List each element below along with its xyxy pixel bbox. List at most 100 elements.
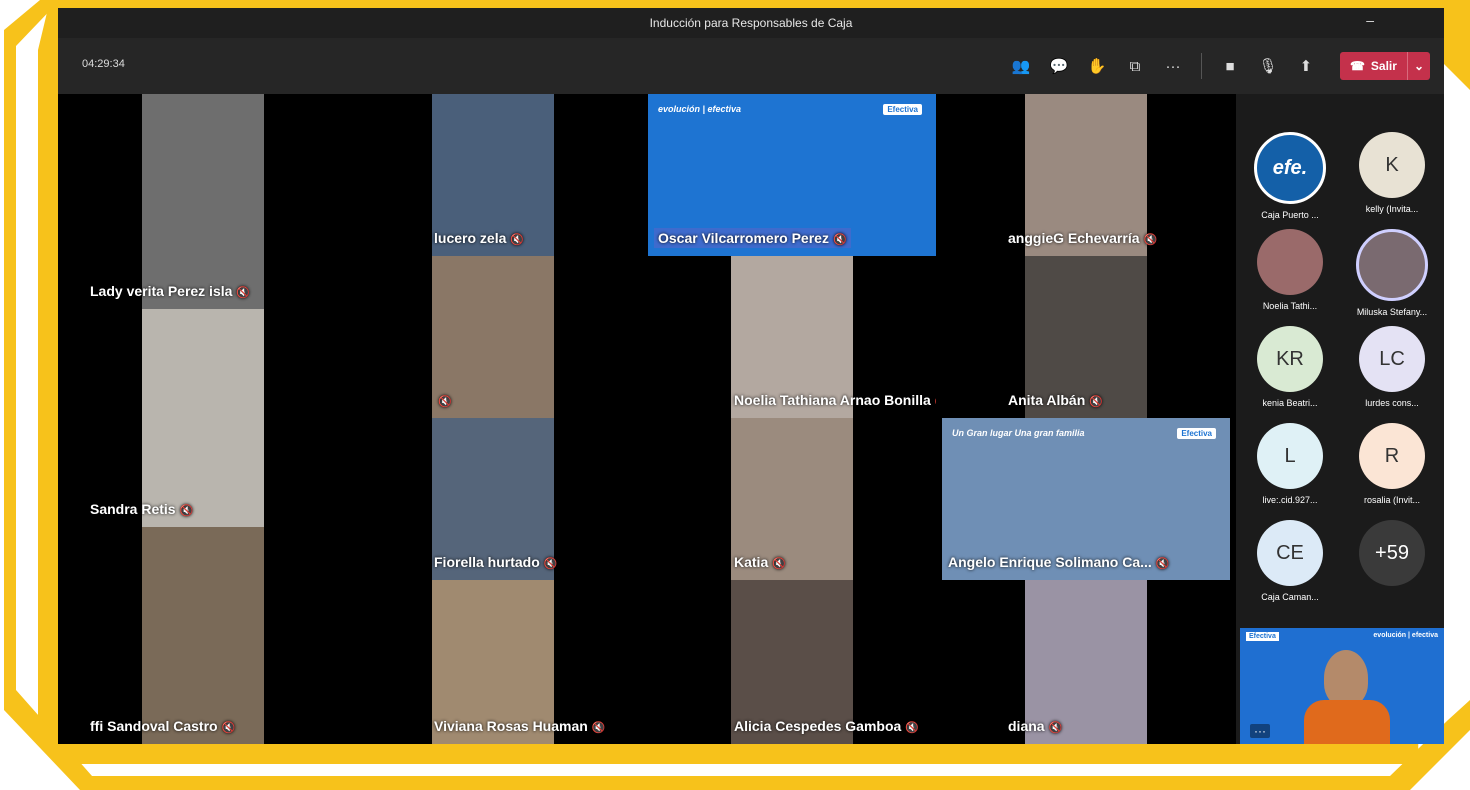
pip-banner: evolución | efectiva (1373, 632, 1438, 639)
pip-logo: Efectiva (1246, 632, 1279, 641)
participant-name-label: Oscar Vilcarromero Perez 🔇 (654, 228, 851, 248)
participant-video-tile[interactable]: Anita Albán 🔇 (936, 256, 1236, 418)
mic-off-icon: 🔇 (1155, 558, 1170, 570)
mic-off-icon: 🔇 (1143, 234, 1158, 246)
participant-name-label: anggieG Echevarría 🔇 (1004, 228, 1161, 248)
participant-video-tile[interactable]: Lady verita Perez isla 🔇 (58, 94, 348, 309)
pip-more-icon[interactable]: ··· (1250, 724, 1270, 738)
participant-name: Alicia Cespedes Gamboa (734, 718, 902, 734)
participant-name: Noelia Tathiana Arnao Bonilla (734, 392, 931, 408)
participant-roster: Efectiva evolución | efectiva ··· efe. Ca… (1236, 94, 1444, 744)
participant-name-label: 🔇 (430, 390, 456, 410)
participant-video (142, 527, 264, 744)
leave-button[interactable]: ☎ Salir (1340, 59, 1407, 73)
share-screen-icon[interactable]: ⬆ (1288, 50, 1324, 82)
participant-video-tile[interactable]: Noelia Tathiana Arnao Bonilla🔇 (648, 256, 936, 418)
brand-logo: Efectiva (1177, 428, 1216, 439)
chat-icon[interactable]: 💬 (1041, 50, 1077, 82)
people-icon[interactable]: 👥 (1003, 50, 1039, 82)
participant-name-label: Lady verita Perez isla 🔇 (86, 281, 254, 301)
more-icon[interactable]: ··· (1155, 50, 1191, 82)
participant-video-tile[interactable]: 🔇 (348, 256, 638, 418)
mic-off-icon: 🔇 (1048, 722, 1063, 734)
roster-name: Caja Puerto ... (1261, 210, 1319, 220)
participant-name: anggieG Echevarría (1008, 230, 1140, 246)
participant-name: Katia (734, 554, 769, 570)
participant-name-label: Sandra Retis 🔇 (86, 499, 197, 519)
participant-video-tile[interactable]: Alicia Cespedes Gamboa 🔇 (648, 580, 936, 744)
participant-video-tile[interactable]: lucero zela 🔇 (348, 94, 638, 256)
participant-video-tile[interactable]: Viviana Rosas Huaman 🔇 (348, 580, 638, 744)
mic-off-icon: 🔇 (179, 505, 194, 517)
leave-label: Salir (1370, 59, 1397, 73)
presenter-face (1324, 650, 1368, 706)
meeting-title: Inducción para Responsables de Caja (649, 16, 853, 30)
participant-video-tile[interactable]: Sandra Retis 🔇 (58, 309, 348, 527)
mic-off-icon: 🔇 (832, 234, 847, 246)
roster-participant[interactable]: KR kenia Beatri... (1240, 326, 1340, 408)
participant-name: Oscar Vilcarromero Perez (658, 230, 829, 246)
participant-name-label: Fiorella hurtado 🔇 (430, 552, 562, 572)
avatar (1356, 229, 1428, 301)
roster-name: kelly (Invita... (1365, 204, 1419, 214)
participant-name: Angelo Enrique Solimano Ca... (948, 554, 1152, 570)
meeting-control-bar: 04:29:34 👥 💬 ✋ ⧉ ··· ■ 🎙 ⬆ ☎ Salir ⌄ (58, 38, 1444, 94)
roster-participant[interactable]: CE Caja Caman... (1240, 520, 1340, 602)
roster-participant[interactable]: Noelia Tathi... (1240, 229, 1340, 311)
roster-name: kenia Beatri... (1262, 398, 1318, 408)
participant-video-tile[interactable]: Un Gran lugar Una gran familia Efectiva An… (936, 418, 1236, 580)
mic-off-icon: 🔇 (543, 558, 558, 570)
participant-name: ffi Sandoval Castro (90, 718, 218, 734)
minimize-button[interactable]: – (1366, 12, 1374, 28)
roster-participant[interactable]: Kkelly (Invita... (1342, 132, 1442, 214)
brand-logo: Efectiva (883, 104, 922, 115)
participant-name-label: ffi Sandoval Castro 🔇 (86, 716, 239, 736)
participant-video-tile[interactable]: evolución | efectiva Efectiva Oscar Vilcar… (648, 94, 936, 256)
roster-participant[interactable]: +59 (1342, 520, 1442, 592)
mic-off-icon: 🔇 (236, 287, 251, 299)
meeting-controls: 👥 💬 ✋ ⧉ ··· ■ 🎙 ⬆ ☎ Salir ⌄ (1003, 50, 1430, 82)
pip-video-preview[interactable]: Efectiva evolución | efectiva ··· (1240, 628, 1444, 744)
mic-off-icon: 🔇 (1089, 396, 1103, 408)
rooms-icon[interactable]: ⧉ (1117, 50, 1153, 82)
participant-name: diana (1008, 718, 1045, 734)
video-banner: evolución | efectiva (658, 104, 742, 114)
participant-name: Anita Albán (1008, 392, 1086, 408)
leave-options-chevron-icon[interactable]: ⌄ (1406, 52, 1430, 80)
participant-video (142, 94, 264, 309)
roster-name: live:.cid.927... (1262, 495, 1318, 505)
title-bar: Inducción para Responsables de Caja – (58, 8, 1444, 38)
participant-name-label: Viviana Rosas Huaman 🔇 (430, 716, 610, 736)
participant-video-tile[interactable]: Fiorella hurtado 🔇 (348, 418, 638, 580)
microphone-icon[interactable]: 🎙 (1250, 50, 1286, 82)
camera-icon[interactable]: ■ (1212, 50, 1248, 82)
roster-participant[interactable]: Miluska Stefany... (1342, 229, 1442, 317)
roster-participant[interactable]: Llive:.cid.927... (1240, 423, 1340, 505)
meeting-timer: 04:29:34 (82, 58, 125, 70)
participant-name: Viviana Rosas Huaman (434, 718, 588, 734)
control-separator (1200, 53, 1202, 79)
roster-participant[interactable]: Rrosalia (Invit... (1342, 423, 1442, 505)
avatar: LC (1359, 326, 1425, 392)
avatar: L (1257, 423, 1323, 489)
participant-video-tile[interactable]: ffi Sandoval Castro 🔇 (58, 527, 348, 744)
mic-off-icon: 🔇 (221, 722, 236, 734)
phone-icon: ☎ (1349, 59, 1365, 73)
presenter-shirt (1304, 700, 1390, 744)
avatar: +59 (1359, 520, 1425, 586)
roster-participant[interactable]: LC lurdes cons... (1342, 326, 1442, 408)
avatar: K (1359, 132, 1425, 198)
raise-hand-icon[interactable]: ✋ (1079, 50, 1115, 82)
mic-off-icon: 🔇 (438, 396, 452, 408)
participant-video-tile[interactable]: anggieG Echevarría 🔇 (936, 94, 1236, 256)
roster-participant[interactable]: efe. Caja Puerto ... (1240, 132, 1340, 220)
avatar: CE (1257, 520, 1323, 586)
roster-name: Caja Caman... (1261, 592, 1319, 602)
mic-off-icon: 🔇 (772, 558, 786, 570)
participant-video-tile[interactable]: Katia 🔇 (648, 418, 936, 580)
mic-off-icon: 🔇 (510, 234, 525, 246)
participant-name-label: Noelia Tathiana Arnao Bonilla🔇 (730, 390, 936, 410)
participant-video-tile[interactable]: diana 🔇 (936, 580, 1236, 744)
leave-button-group: ☎ Salir ⌄ (1339, 52, 1430, 80)
participant-name-label: Anita Albán 🔇 (1004, 390, 1107, 410)
